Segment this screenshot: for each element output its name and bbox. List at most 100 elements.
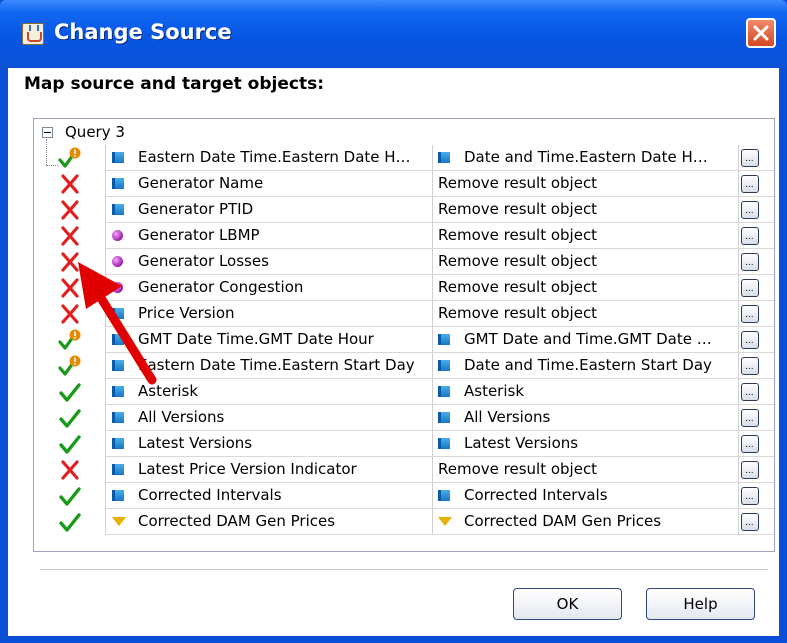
source-cell[interactable]: GMT Date Time.GMT Date Hour bbox=[112, 327, 430, 353]
source-cell[interactable]: Generator PTID bbox=[112, 197, 430, 223]
target-cell[interactable]: Remove result object bbox=[438, 275, 738, 301]
target-cell[interactable]: Date and Time.Eastern Start Day bbox=[438, 353, 738, 379]
browse-button[interactable]: ... bbox=[741, 253, 759, 271]
target-cell[interactable]: All Versions bbox=[438, 405, 738, 431]
target-cell[interactable]: Remove result object bbox=[438, 301, 738, 327]
mapping-tree[interactable]: Query 3 Eastern Date Time.Eastern Date H… bbox=[33, 118, 775, 552]
target-cell[interactable]: Remove result object bbox=[438, 223, 738, 249]
browse-button[interactable]: ... bbox=[741, 435, 759, 453]
browse-button[interactable]: ... bbox=[741, 383, 759, 401]
column-divider bbox=[738, 431, 739, 457]
dimension-icon bbox=[438, 386, 452, 399]
column-divider bbox=[432, 223, 433, 249]
ok-button[interactable]: OK bbox=[513, 588, 622, 620]
source-cell[interactable]: Corrected Intervals bbox=[112, 483, 430, 509]
target-cell[interactable]: Latest Versions bbox=[438, 431, 738, 457]
column-divider bbox=[432, 197, 433, 223]
check-icon bbox=[59, 487, 81, 506]
browse-button[interactable]: ... bbox=[741, 331, 759, 349]
source-cell[interactable]: Latest Versions bbox=[112, 431, 430, 457]
target-cell[interactable]: GMT Date and Time.GMT Date … bbox=[438, 327, 738, 353]
source-cell[interactable]: Generator Losses bbox=[112, 249, 430, 275]
mapping-row[interactable]: Generator LBMP Remove result object... bbox=[34, 223, 774, 249]
mapping-row[interactable]: Corrected Intervals Corrected Intervals..… bbox=[34, 483, 774, 509]
remove-x-icon bbox=[61, 200, 79, 220]
query-node[interactable]: Query 3 bbox=[34, 119, 774, 145]
source-cell[interactable]: Generator Name bbox=[112, 171, 430, 197]
browse-button[interactable]: ... bbox=[741, 149, 759, 167]
status-warning bbox=[58, 355, 82, 377]
help-button[interactable]: Help bbox=[646, 588, 755, 620]
browse-button[interactable]: ... bbox=[741, 175, 759, 193]
mapping-row[interactable]: Eastern Date Time.Eastern Date H… Date an… bbox=[34, 145, 774, 171]
measure-icon bbox=[112, 256, 126, 269]
mapping-row[interactable]: Eastern Date Time.Eastern Start Day Date … bbox=[34, 353, 774, 379]
browse-button[interactable]: ... bbox=[741, 409, 759, 427]
source-object-label: Generator LBMP bbox=[138, 226, 260, 244]
target-cell[interactable]: Remove result object bbox=[438, 249, 738, 275]
column-divider bbox=[105, 353, 106, 379]
query-label: Query 3 bbox=[65, 123, 125, 141]
source-cell[interactable]: Eastern Date Time.Eastern Start Day bbox=[112, 353, 430, 379]
source-cell[interactable]: Latest Price Version Indicator bbox=[112, 457, 430, 483]
mapping-row[interactable]: Generator PTID Remove result object... bbox=[34, 197, 774, 223]
mapping-row[interactable]: All Versions All Versions... bbox=[34, 405, 774, 431]
target-cell[interactable]: Remove result object bbox=[438, 197, 738, 223]
source-cell[interactable]: Eastern Date Time.Eastern Date H… bbox=[112, 145, 430, 171]
source-object-label: Asterisk bbox=[138, 382, 199, 400]
browse-button[interactable]: ... bbox=[741, 487, 759, 505]
source-cell[interactable]: Asterisk bbox=[112, 379, 430, 405]
target-cell[interactable]: Corrected DAM Gen Prices bbox=[438, 509, 738, 535]
source-cell[interactable]: Price Version bbox=[112, 301, 430, 327]
ellipsis-label: ... bbox=[745, 258, 754, 268]
ellipsis-label: ... bbox=[745, 388, 754, 398]
source-cell[interactable]: Generator Congestion bbox=[112, 275, 430, 301]
browse-button[interactable]: ... bbox=[741, 227, 759, 245]
mapping-row[interactable]: GMT Date Time.GMT Date Hour GMT Date and … bbox=[34, 327, 774, 353]
dimension-icon bbox=[112, 178, 126, 191]
mapping-row[interactable]: Latest Price Version Indicator Remove res… bbox=[34, 457, 774, 483]
source-object-label: All Versions bbox=[138, 408, 225, 426]
target-cell[interactable]: Corrected Intervals bbox=[438, 483, 738, 509]
column-divider bbox=[738, 327, 739, 353]
close-button[interactable] bbox=[746, 18, 776, 48]
column-divider bbox=[432, 249, 433, 275]
mapping-row[interactable]: Generator Congestion Remove result object… bbox=[34, 275, 774, 301]
source-cell[interactable]: Corrected DAM Gen Prices bbox=[112, 509, 430, 535]
column-divider bbox=[432, 483, 433, 509]
collapse-icon[interactable] bbox=[42, 127, 53, 138]
ellipsis-label: ... bbox=[745, 518, 754, 528]
mapping-row[interactable]: Generator Name Remove result object... bbox=[34, 171, 774, 197]
browse-button[interactable]: ... bbox=[741, 461, 759, 479]
mapping-row[interactable]: Corrected DAM Gen Prices Corrected DAM Ge… bbox=[34, 509, 774, 535]
ellipsis-label: ... bbox=[745, 336, 754, 346]
row-divider bbox=[105, 534, 774, 535]
source-object-label: Corrected DAM Gen Prices bbox=[138, 512, 336, 530]
ellipsis-label: ... bbox=[745, 310, 754, 320]
browse-button[interactable]: ... bbox=[741, 357, 759, 375]
target-cell[interactable]: Remove result object bbox=[438, 457, 738, 483]
mapping-row[interactable]: Asterisk Asterisk... bbox=[34, 379, 774, 405]
source-cell[interactable]: Generator LBMP bbox=[112, 223, 430, 249]
target-cell[interactable]: Date and Time.Eastern Date H… bbox=[438, 145, 738, 171]
column-divider bbox=[432, 457, 433, 483]
browse-button[interactable]: ... bbox=[741, 279, 759, 297]
title-bar[interactable]: Change Source bbox=[0, 0, 787, 68]
target-object-label: Date and Time.Eastern Start Day bbox=[464, 356, 712, 374]
column-divider bbox=[105, 379, 106, 405]
browse-button[interactable]: ... bbox=[741, 201, 759, 219]
browse-button[interactable]: ... bbox=[741, 513, 759, 531]
ellipsis-label: ... bbox=[745, 362, 754, 372]
column-divider bbox=[432, 145, 433, 171]
target-cell[interactable]: Asterisk bbox=[438, 379, 738, 405]
check-icon bbox=[59, 383, 81, 402]
source-cell[interactable]: All Versions bbox=[112, 405, 430, 431]
mapping-row[interactable]: Latest Versions Latest Versions... bbox=[34, 431, 774, 457]
mapping-row[interactable]: Price Version Remove result object... bbox=[34, 301, 774, 327]
column-divider bbox=[105, 223, 106, 249]
target-cell[interactable]: Remove result object bbox=[438, 171, 738, 197]
column-divider bbox=[105, 483, 106, 509]
mapping-row[interactable]: Generator Losses Remove result object... bbox=[34, 249, 774, 275]
browse-button[interactable]: ... bbox=[741, 305, 759, 323]
column-divider bbox=[738, 353, 739, 379]
